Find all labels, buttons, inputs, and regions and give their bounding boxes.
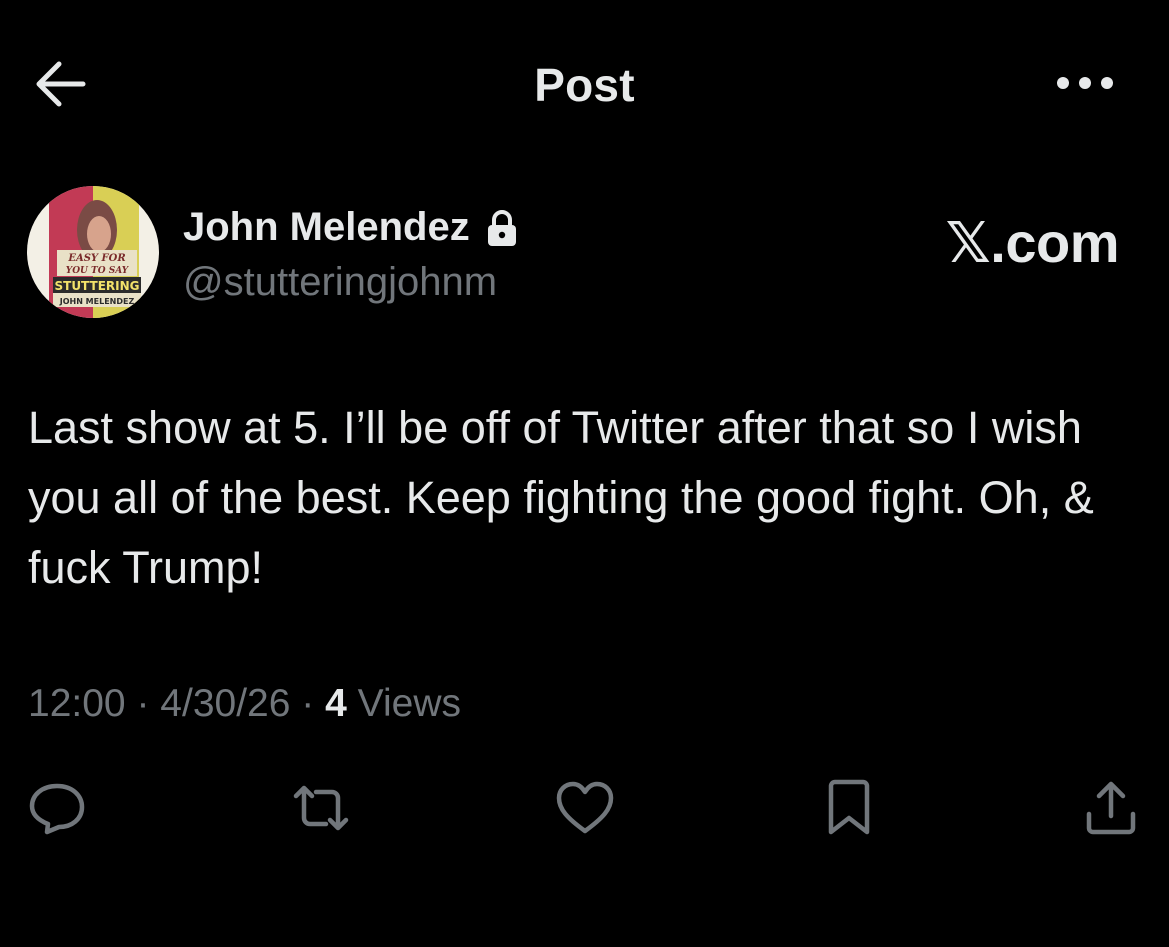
lock-icon <box>487 209 516 246</box>
author-handle[interactable]: @stutteringjohnm <box>183 260 497 305</box>
author-display-name[interactable]: John Melendez <box>183 205 520 250</box>
tweet-meta: 12:00 · 4/30/26 · 4 Views <box>28 682 461 726</box>
views-label[interactable]: Views <box>358 682 461 725</box>
retweet-icon <box>293 785 349 831</box>
tweet-text: Last show at 5. I’ll be off of Twitter a… <box>28 402 1094 593</box>
like-button[interactable] <box>550 770 620 846</box>
separator-dot: · <box>301 682 315 725</box>
reply-icon <box>29 783 85 835</box>
bookmark-icon <box>828 779 870 835</box>
tweet-date[interactable]: 4/30/26 <box>160 682 290 725</box>
share-icon <box>1086 781 1136 835</box>
svg-text:JOHN MELENDEZ: JOHN MELENDEZ <box>59 297 135 306</box>
svg-text:EASY FOR: EASY FOR <box>67 253 125 264</box>
brand-watermark: 𝕏.com <box>945 211 1120 274</box>
svg-text:STUTTERING: STUTTERING <box>54 279 139 293</box>
page-title: Post <box>534 59 635 111</box>
views-count[interactable]: 4 <box>325 682 347 725</box>
top-bar: Post <box>0 0 1169 170</box>
bookmark-button[interactable] <box>814 770 884 846</box>
more-options-button[interactable] <box>1052 60 1118 106</box>
svg-text:YOU TO SAY: YOU TO SAY <box>66 266 130 276</box>
more-horizontal-icon <box>1057 77 1113 89</box>
avatar[interactable]: EASY FOR YOU TO SAY STUTTERING JOHN MELE… <box>27 186 159 318</box>
action-bar <box>0 770 1169 850</box>
share-button[interactable] <box>1076 770 1146 846</box>
tweet-time[interactable]: 12:00 <box>28 682 126 725</box>
avatar-image: EASY FOR YOU TO SAY STUTTERING JOHN MELE… <box>27 186 159 318</box>
separator-dot: · <box>136 682 150 725</box>
reply-button[interactable] <box>22 770 92 846</box>
author-row: EASY FOR YOU TO SAY STUTTERING JOHN MELE… <box>0 180 1169 330</box>
display-name-text: John Melendez <box>183 205 470 249</box>
retweet-button[interactable] <box>286 770 356 846</box>
like-icon <box>556 781 614 834</box>
